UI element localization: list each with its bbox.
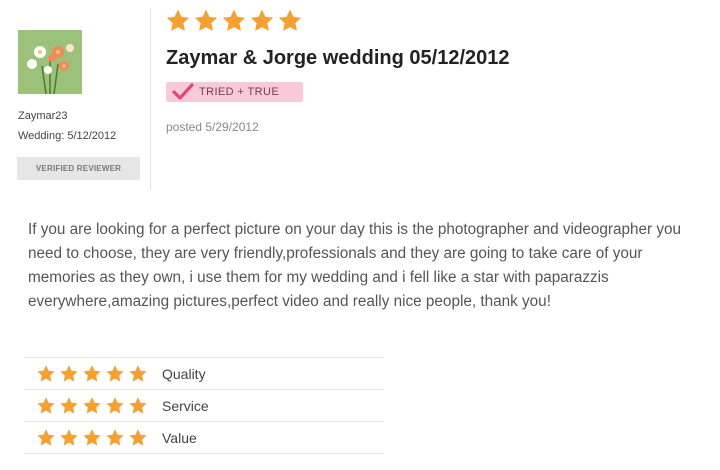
rating-label-service: Service [162,397,209,414]
star-icon [37,428,55,446]
rating-row-service: Service [24,390,384,422]
star-icon [106,364,124,382]
star-icon [83,364,101,382]
star-icon [106,428,124,446]
rating-stars [36,428,148,448]
rating-stars [36,364,148,384]
reviewer-wedding-date: Wedding: 5/12/2012 [18,130,117,142]
star-icon [60,396,78,414]
flower-bouquet-image [18,30,82,94]
review-title: Zaymar & Jorge wedding 05/12/2012 [166,47,510,69]
star-icon [250,9,274,31]
star-icon [37,364,55,382]
rating-row-value: Value [24,422,384,454]
star-icon [60,364,78,382]
reviewer-avatar [18,30,82,94]
rating-breakdown: Quality Service Value [24,357,384,454]
star-icon [83,428,101,446]
rating-row-quality: Quality [24,358,384,390]
tried-true-badge: TRIED + TRUE [166,82,303,102]
checkmark-icon [172,83,194,100]
star-icon [129,428,147,446]
star-icon [129,364,147,382]
star-icon [166,9,190,31]
verified-reviewer-badge: VERIFIED REVIEWER [17,157,140,180]
rating-label-value: Value [162,429,197,446]
star-icon [37,396,55,414]
star-icon [194,9,218,31]
star-icon [60,428,78,446]
star-icon [222,9,246,31]
overall-rating-stars [165,8,303,34]
rating-stars [36,396,148,416]
rating-label-quality: Quality [162,365,206,382]
review-body-text: If you are looking for a perfect picture… [28,221,682,310]
star-icon [106,396,124,414]
star-icon [278,9,302,31]
star-icon [129,396,147,414]
tried-true-label: TRIED + TRUE [199,86,280,98]
star-icon [83,396,101,414]
reviewer-username[interactable]: Zaymar23 [18,110,68,122]
posted-date: posted 5/29/2012 [166,120,259,134]
column-divider [150,8,151,190]
